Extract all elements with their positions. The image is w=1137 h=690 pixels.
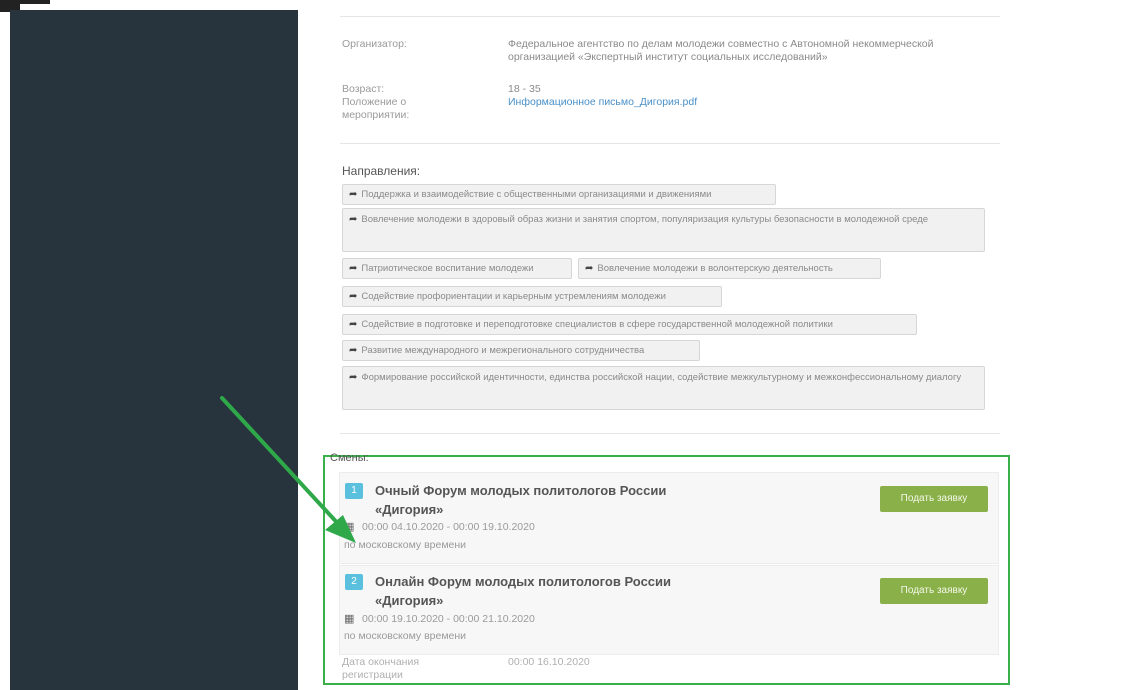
apply-button[interactable]: Подать заявку (880, 486, 988, 512)
shift-title: Онлайн Форум молодых политологов России … (375, 574, 672, 608)
shift-timezone: по московскому времени (344, 630, 467, 642)
sidebar (10, 10, 298, 690)
direction-tag[interactable]: ➦ Формирование российской идентичности, е… (342, 366, 985, 410)
direction-tag-label: Развитие международного и межрегионально… (361, 345, 645, 356)
direction-tag-label: Формирование российской идентичности, ед… (361, 372, 962, 383)
direction-tag[interactable]: ➦ Вовлечение молодежи в здоровый образ жи… (342, 208, 985, 252)
deadline-label: Дата окончания регистрации (342, 656, 420, 681)
direction-tag-label: Патриотическое воспитание молодежи (361, 263, 534, 274)
shifts-label: Смены: (330, 452, 369, 464)
apply-button[interactable]: Подать заявку (880, 578, 988, 604)
direction-tag-label: Вовлечение молодежи в волонтерскую деяте… (597, 263, 833, 274)
direction-tag[interactable]: ➦ Патриотическое воспитание молодежи (342, 258, 572, 279)
direction-tag-label: Содействие профориентации и карьерным ус… (361, 291, 666, 302)
regulation-link[interactable]: Информационное письмо_Дигория.pdf (508, 96, 938, 109)
shift-card: 2 Онлайн Форум молодых политологов Росси… (339, 565, 999, 655)
share-icon: ➦ (349, 189, 358, 200)
divider (340, 143, 1000, 144)
direction-tag[interactable]: ➦ Развитие международного и межрегиональн… (342, 340, 700, 361)
direction-tag[interactable]: ➦ Поддержка и взаимодействие с общественн… (342, 184, 776, 205)
share-icon: ➦ (349, 319, 358, 330)
share-icon: ➦ (349, 263, 358, 274)
share-icon: ➦ (349, 214, 358, 225)
share-icon: ➦ (349, 345, 358, 356)
top-left-dark-corner (20, 0, 50, 4)
organizer-value: Федеральное агентство по делам молодежи … (508, 38, 934, 63)
shift-card: 1 Очный Форум молодых политологов России… (339, 472, 999, 564)
shift-number-badge: 2 (345, 574, 363, 590)
shift-dates: 00:00 04.10.2020 - 00:00 19.10.2020 (362, 521, 535, 533)
direction-tag-label: Поддержка и взаимодействие с общественны… (361, 189, 712, 200)
shift-dates: 00:00 19.10.2020 - 00:00 21.10.2020 (362, 613, 535, 625)
age-value: 18 - 35 (508, 83, 541, 95)
directions-title: Направления: (342, 164, 421, 178)
deadline-value: 00:00 16.10.2020 (508, 656, 590, 668)
divider (340, 16, 1000, 17)
shift-number-badge: 1 (345, 483, 363, 499)
direction-tag[interactable]: ➦ Содействие профориентации и карьерным у… (342, 286, 722, 307)
divider (340, 433, 1000, 434)
share-icon: ➦ (349, 291, 358, 302)
share-icon: ➦ (585, 263, 594, 274)
direction-tag-label: Вовлечение молодежи в здоровый образ жиз… (361, 214, 929, 225)
shift-title: Очный Форум молодых политологов России «… (375, 483, 667, 517)
shift-timezone: по московскому времени (344, 539, 467, 551)
regulation-label: Положение о мероприятии: (342, 96, 410, 121)
organizer-label: Организатор: (342, 38, 407, 50)
direction-tag[interactable]: ➦ Содействие в подготовке и переподготовк… (342, 314, 917, 335)
calendar-icon: ▦ (344, 521, 355, 533)
direction-tag[interactable]: ➦ Вовлечение молодежи в волонтерскую деят… (578, 258, 881, 279)
age-label: Возраст: (342, 83, 385, 95)
calendar-icon: ▦ (344, 613, 355, 625)
direction-tag-label: Содействие в подготовке и переподготовке… (361, 319, 833, 330)
share-icon: ➦ (349, 372, 358, 383)
